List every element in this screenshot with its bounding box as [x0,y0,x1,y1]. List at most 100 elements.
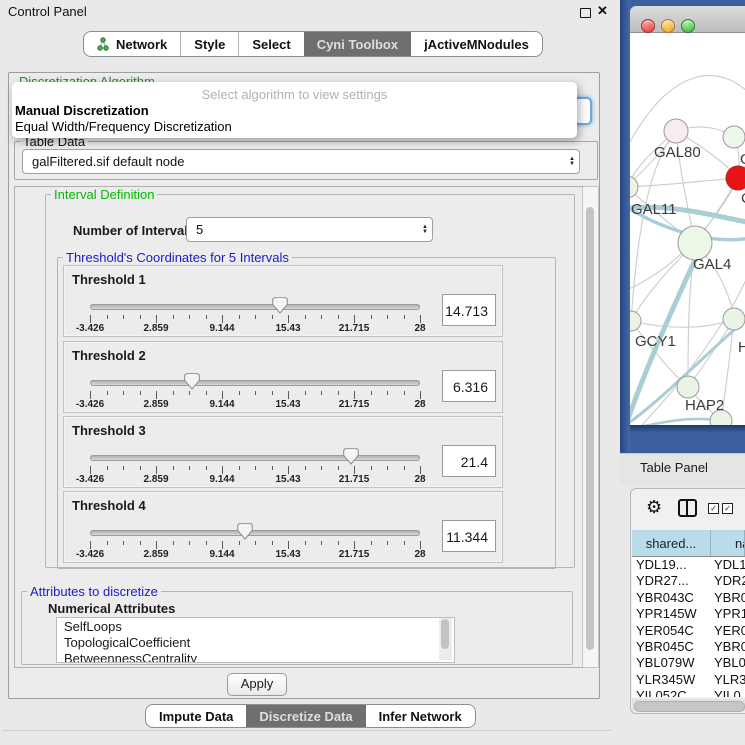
panel-scrollbar-thumb[interactable] [586,207,594,650]
network-view-canvas[interactable]: GAL80GACGAL11GAL4GCY1HHAP2 [630,33,745,425]
tick-label: 28 [398,323,442,334]
tick-mark [239,466,240,470]
combo-stepper-icon[interactable]: ▲▼ [418,225,432,235]
columns-icon[interactable] [678,499,697,517]
tab-impute-data-label: Impute Data [159,709,233,724]
tick-mark [107,466,108,470]
attribute-item-selfloops[interactable]: SelfLoops [57,618,454,634]
tab-jactivemnodules[interactable]: jActiveMNodules [411,32,542,56]
tick-mark [255,466,256,470]
table-data-combobox[interactable]: galFiltered.sif default node ▲▼ [22,149,580,174]
panel-scrollbar[interactable] [582,186,599,668]
table-row[interactable]: YIL052CYIL0 [632,688,745,697]
slider-track[interactable] [90,304,420,310]
tab-select-label: Select [252,37,290,52]
number-of-intervals-label: Number of Intervals [73,223,195,238]
tick-mark [371,315,372,319]
slider-thumb[interactable] [184,373,200,390]
attributes-scrollbar-thumb[interactable] [441,619,449,649]
attributes-scrollbar[interactable] [439,618,452,660]
tick-mark [404,391,405,395]
close-icon[interactable]: ✕ [597,3,608,19]
slider-track[interactable] [90,380,420,386]
tab-discretize-data-label: Discretize Data [259,709,352,724]
number-of-intervals-combobox[interactable]: 5 ▲▼ [186,217,433,242]
h-right-node[interactable] [723,308,745,330]
threshold-value-field[interactable]: 6.316 [442,370,496,402]
slider-thumb[interactable] [272,297,288,314]
tick-mark [189,315,190,319]
tick-mark [288,541,289,549]
slider-track[interactable] [90,455,420,461]
combo-stepper-icon[interactable]: ▲▼ [565,157,579,167]
checkbox-icon[interactable]: ✓ [708,503,719,514]
table-row[interactable]: YBL079WYBL0 [632,655,745,671]
tick-mark [255,541,256,545]
column-header-name[interactable]: na [711,530,745,556]
tick-mark [338,541,339,545]
table-row[interactable]: YPR145WYPR1 [632,606,745,622]
close-traffic-light-icon[interactable] [641,19,655,33]
tab-impute-data[interactable]: Impute Data [146,705,246,727]
apply-button[interactable]: Apply [227,673,287,696]
gal-right-node[interactable] [723,126,745,148]
zoom-traffic-light-icon[interactable] [681,19,695,33]
table-row[interactable]: YBR043CYBR0 [632,590,745,606]
threshold-rows: Threshold 1-3.4262.8599.14415.4321.71528… [63,265,503,561]
tab-discretize-data[interactable]: Discretize Data [246,705,365,727]
threshold-value-field[interactable]: 21.4 [442,445,496,477]
cell-shared-name: YER054C [632,623,710,639]
attribute-item-betweennesscentrality[interactable]: BetweennessCentrality [57,650,454,663]
column-header-shared-name[interactable]: shared... [632,530,711,556]
table-row[interactable]: YBR045CYBR0 [632,639,745,655]
network-edge [631,319,734,327]
minimize-traffic-light-icon[interactable] [661,19,675,33]
network-window-titlebar[interactable] [630,6,745,33]
tick-mark [404,466,405,470]
gcy1-node[interactable] [630,311,641,331]
thresholds-section-title: Threshold's Coordinates for 5 Intervals [63,250,292,265]
tick-mark [305,391,306,395]
gear-icon[interactable]: ⚙ [646,497,662,518]
tab-select[interactable]: Select [238,32,303,56]
tick-mark [189,541,190,545]
hap2-node[interactable] [677,376,699,398]
slider-thumb[interactable] [237,523,253,540]
tick-mark [156,541,157,549]
gal4-node[interactable] [678,226,712,260]
tick-mark [371,466,372,470]
tab-infer-network[interactable]: Infer Network [366,705,475,727]
table-row[interactable]: YDR27...YDR2 [632,573,745,589]
tab-cyni-toolbox[interactable]: Cyni Toolbox [304,32,411,56]
slider-track[interactable] [90,530,420,536]
tick-label: 28 [398,399,442,410]
tick-mark [189,466,190,470]
tick-mark [420,315,421,323]
table-horizontal-scrollbar[interactable] [632,699,745,711]
bottom-tab-bar: Impute Data Discretize Data Infer Network [145,704,476,728]
table-row[interactable]: YLR345WYLR3 [632,672,745,688]
table-scrollbar-thumb[interactable] [634,701,745,712]
algorithm-option-equal-width-frequency-discretization[interactable]: Equal Width/Frequency Discretization [15,119,232,134]
gal11-node[interactable] [630,176,638,198]
tick-label: 28 [398,474,442,485]
threshold-value-field[interactable]: 11.344 [442,520,496,552]
slider-thumb[interactable] [343,448,359,465]
table-row[interactable]: YER054CYER0 [632,623,745,639]
selected-red-node[interactable] [726,166,745,190]
tab-network[interactable]: Network [84,32,180,56]
panel-divider [2,730,612,731]
checkbox-icon[interactable]: ✓ [722,503,733,514]
tab-style[interactable]: Style [180,32,238,56]
table-row[interactable]: YDL19...YDL1 [632,557,745,573]
float-window-icon[interactable] [580,8,591,18]
threshold-value-field[interactable]: 14.713 [442,294,496,326]
cell-name: YDR2 [710,573,745,589]
network-frame-border [620,0,630,453]
gal80-node[interactable] [664,119,688,143]
algorithm-option-manual-discretization[interactable]: Manual Discretization [15,103,149,118]
attribute-item-topologicalcoefficient[interactable]: TopologicalCoefficient [57,634,454,650]
node-label-h: H [738,339,745,356]
tick-mark [222,315,223,323]
cell-name: YPR1 [710,606,745,622]
